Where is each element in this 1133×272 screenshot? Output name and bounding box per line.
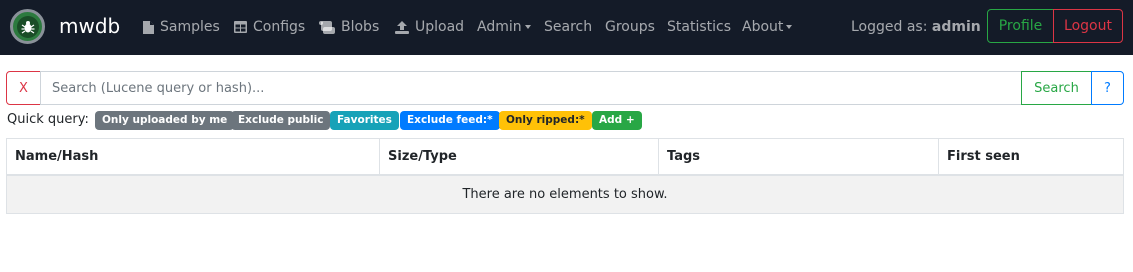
clear-search-button[interactable]: X (6, 71, 41, 105)
nav-item-label: Statistics (667, 19, 731, 35)
quick-query-exclude-feed[interactable]: Exclude feed:* (400, 111, 500, 130)
column-header-first-seen: First seen (938, 138, 1124, 176)
top-navbar: mwdb Samples Configs Blobs Upload Admin … (0, 0, 1133, 55)
username: admin (931, 19, 981, 35)
nav-item-label: Admin (477, 19, 522, 35)
table-icon (234, 21, 247, 33)
quick-query-label: Quick query: (7, 112, 89, 127)
nav-item-label: Blobs (341, 19, 380, 35)
column-header-name-hash: Name/Hash (6, 138, 380, 176)
quick-query-favorites[interactable]: Favorites (330, 111, 399, 130)
scroll-icon (319, 20, 335, 34)
file-icon (143, 20, 154, 34)
caret-down-icon (524, 25, 531, 29)
quick-query-exclude-public[interactable]: Exclude public (231, 111, 331, 130)
logged-as-text: Logged as: admin (851, 18, 981, 36)
nav-item-label: Upload (415, 19, 465, 35)
nav-item-samples[interactable]: Samples (143, 18, 220, 36)
quick-query-add-button[interactable]: Add + (592, 111, 642, 130)
quick-query-only-ripped[interactable]: Only ripped:* (499, 111, 592, 130)
nav-item-groups[interactable]: Groups (605, 18, 655, 36)
search-help-button[interactable]: ? (1091, 71, 1124, 105)
nav-item-search[interactable]: Search (544, 18, 592, 36)
profile-button[interactable]: Profile (987, 9, 1054, 43)
nav-item-label: About (742, 19, 784, 35)
nav-item-about[interactable]: About (742, 18, 793, 36)
nav-item-label: Configs (253, 19, 306, 35)
upload-icon (395, 20, 409, 34)
brand-name[interactable]: mwdb (59, 14, 120, 38)
column-header-tags: Tags (658, 138, 939, 176)
empty-table-message: There are no elements to show. (6, 175, 1124, 214)
mwdb-logo-icon[interactable] (10, 9, 45, 44)
nav-item-upload[interactable]: Upload (395, 18, 464, 36)
search-button[interactable]: Search (1021, 71, 1092, 105)
logged-prefix: Logged as: (851, 19, 928, 35)
caret-down-icon (786, 25, 793, 29)
nav-item-label: Samples (160, 19, 220, 35)
nav-item-blobs[interactable]: Blobs (319, 18, 379, 36)
nav-item-label: Search (544, 19, 593, 35)
nav-item-label: Groups (605, 19, 655, 35)
nav-item-admin[interactable]: Admin (477, 18, 531, 36)
quick-query-only-uploaded-by-me[interactable]: Only uploaded by me (95, 111, 235, 130)
nav-item-configs[interactable]: Configs (234, 18, 305, 36)
nav-item-statistics[interactable]: Statistics (667, 18, 731, 36)
column-header-size-type: Size/Type (379, 138, 659, 176)
search-input[interactable] (40, 71, 1022, 105)
logout-button[interactable]: Logout (1053, 9, 1123, 43)
